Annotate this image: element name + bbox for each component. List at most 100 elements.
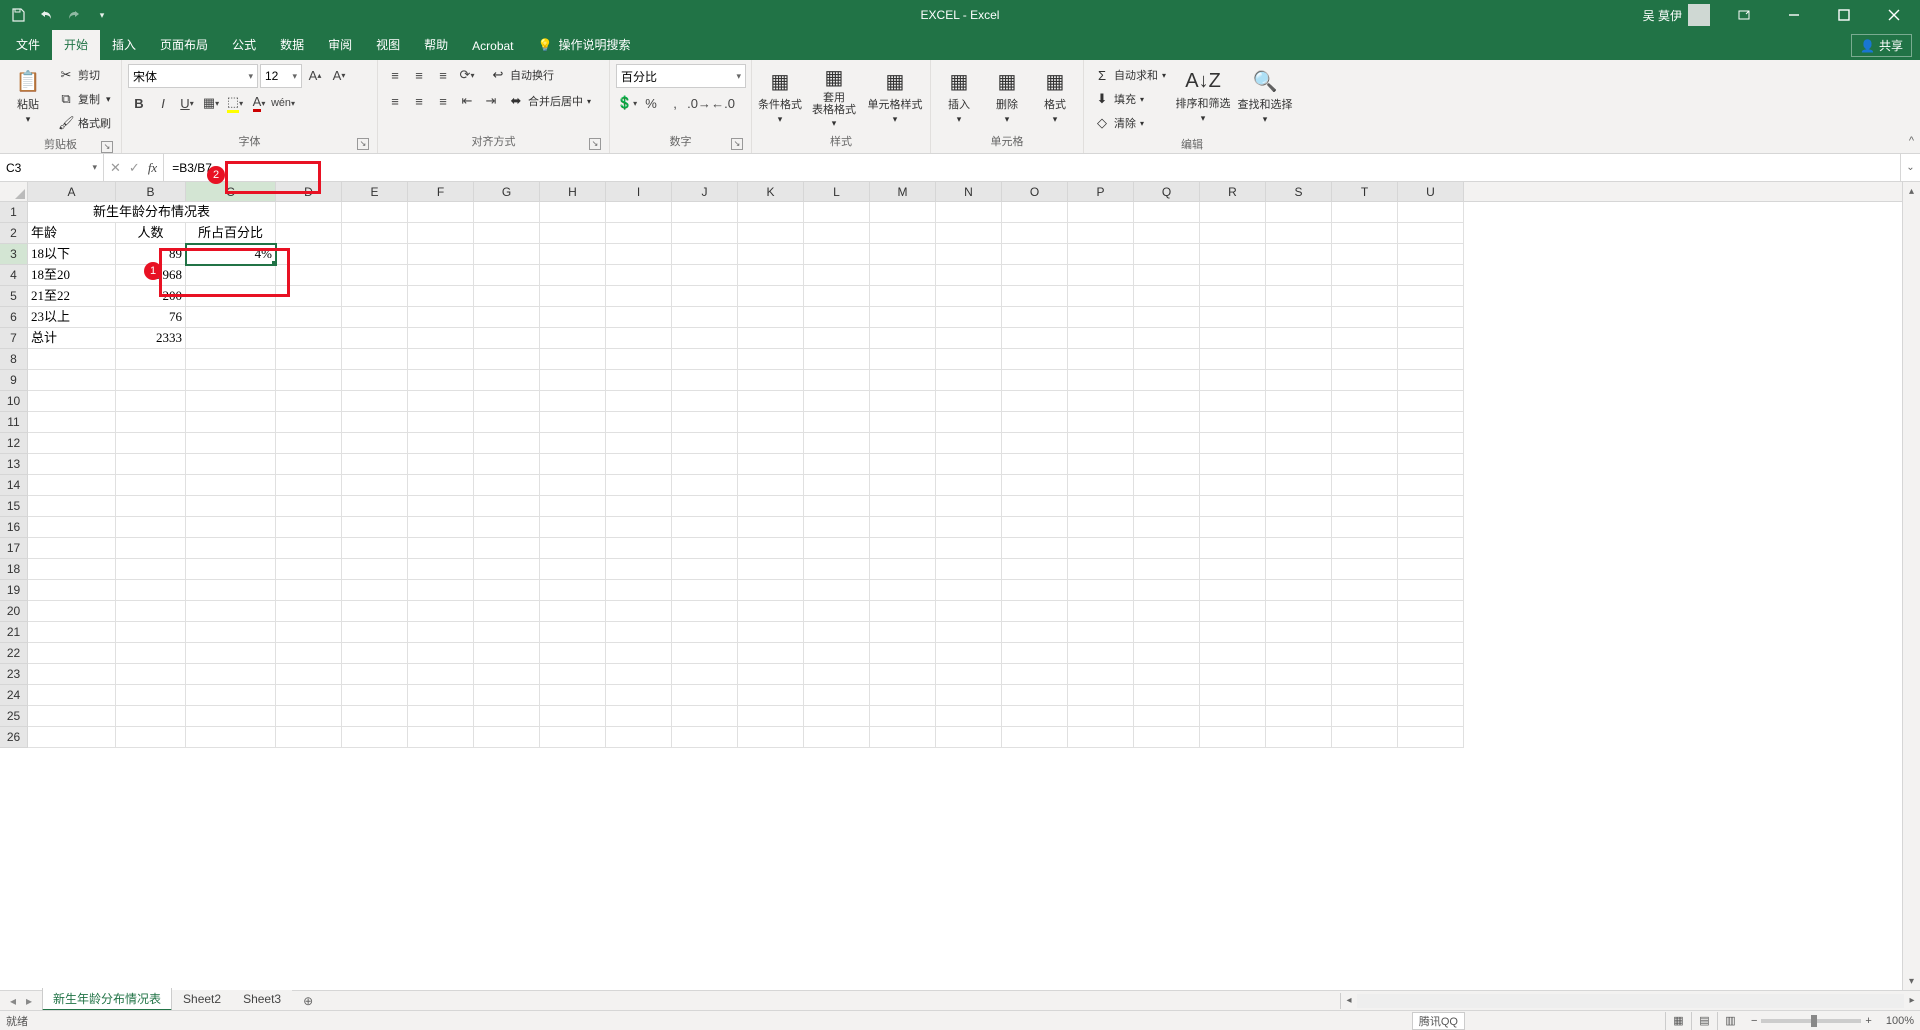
orientation-button[interactable]: ⟳▾: [456, 64, 478, 86]
qq-notification[interactable]: 腾讯QQ: [1412, 1012, 1465, 1030]
cell-D22[interactable]: [276, 643, 342, 664]
close-button[interactable]: [1872, 0, 1916, 30]
cell-G11[interactable]: [474, 412, 540, 433]
cell-P14[interactable]: [1068, 475, 1134, 496]
cell-K15[interactable]: [738, 496, 804, 517]
cell-A18[interactable]: [28, 559, 116, 580]
cell-C12[interactable]: [186, 433, 276, 454]
cell-H12[interactable]: [540, 433, 606, 454]
cell-G23[interactable]: [474, 664, 540, 685]
cell-N20[interactable]: [936, 601, 1002, 622]
cell-J7[interactable]: [672, 328, 738, 349]
cell-I3[interactable]: [606, 244, 672, 265]
cell-T16[interactable]: [1332, 517, 1398, 538]
cell-M5[interactable]: [870, 286, 936, 307]
cell-I9[interactable]: [606, 370, 672, 391]
cell-C3[interactable]: 4%: [186, 244, 276, 265]
cell-C10[interactable]: [186, 391, 276, 412]
column-header-T[interactable]: T: [1332, 182, 1398, 201]
cell-J26[interactable]: [672, 727, 738, 748]
cell-D9[interactable]: [276, 370, 342, 391]
cell-J9[interactable]: [672, 370, 738, 391]
cell-U7[interactable]: [1398, 328, 1464, 349]
cell-I26[interactable]: [606, 727, 672, 748]
cell-H13[interactable]: [540, 454, 606, 475]
cell-G13[interactable]: [474, 454, 540, 475]
cell-I6[interactable]: [606, 307, 672, 328]
row-header-1[interactable]: 1: [0, 202, 28, 223]
save-icon[interactable]: [8, 5, 28, 25]
cell-J13[interactable]: [672, 454, 738, 475]
cell-R16[interactable]: [1200, 517, 1266, 538]
cell-H9[interactable]: [540, 370, 606, 391]
cell-I19[interactable]: [606, 580, 672, 601]
column-header-C[interactable]: C: [186, 182, 276, 201]
cell-R17[interactable]: [1200, 538, 1266, 559]
cell-S1[interactable]: [1266, 202, 1332, 223]
cell-D10[interactable]: [276, 391, 342, 412]
cell-R8[interactable]: [1200, 349, 1266, 370]
cell-E17[interactable]: [342, 538, 408, 559]
cell-H16[interactable]: [540, 517, 606, 538]
cell-P16[interactable]: [1068, 517, 1134, 538]
bold-button[interactable]: B: [128, 92, 150, 114]
cell-A1[interactable]: 新生年龄分布情况表: [28, 202, 276, 223]
row-header-6[interactable]: 6: [0, 307, 28, 328]
cell-N9[interactable]: [936, 370, 1002, 391]
cell-E18[interactable]: [342, 559, 408, 580]
cell-H17[interactable]: [540, 538, 606, 559]
font-color-button[interactable]: A▾: [248, 92, 270, 114]
cell-A3[interactable]: 18以下: [28, 244, 116, 265]
paste-button[interactable]: 📋 粘贴 ▾: [6, 64, 50, 130]
cell-S9[interactable]: [1266, 370, 1332, 391]
cell-P20[interactable]: [1068, 601, 1134, 622]
cell-F19[interactable]: [408, 580, 474, 601]
cell-N16[interactable]: [936, 517, 1002, 538]
cell-Q12[interactable]: [1134, 433, 1200, 454]
number-format-select[interactable]: 百分比▾: [616, 64, 746, 88]
cell-F6[interactable]: [408, 307, 474, 328]
cell-K8[interactable]: [738, 349, 804, 370]
horizontal-scrollbar[interactable]: ◂ ▸: [1340, 993, 1920, 1009]
cell-A19[interactable]: [28, 580, 116, 601]
cell-U26[interactable]: [1398, 727, 1464, 748]
cell-C23[interactable]: [186, 664, 276, 685]
cell-O2[interactable]: [1002, 223, 1068, 244]
cell-N15[interactable]: [936, 496, 1002, 517]
cell-L26[interactable]: [804, 727, 870, 748]
cell-T11[interactable]: [1332, 412, 1398, 433]
cell-L15[interactable]: [804, 496, 870, 517]
cell-K19[interactable]: [738, 580, 804, 601]
cell-J20[interactable]: [672, 601, 738, 622]
dialog-launcher-icon[interactable]: ↘: [101, 141, 113, 153]
cell-S22[interactable]: [1266, 643, 1332, 664]
cell-P17[interactable]: [1068, 538, 1134, 559]
cell-F10[interactable]: [408, 391, 474, 412]
cell-O19[interactable]: [1002, 580, 1068, 601]
cell-M23[interactable]: [870, 664, 936, 685]
cell-K2[interactable]: [738, 223, 804, 244]
cell-R5[interactable]: [1200, 286, 1266, 307]
cell-J24[interactable]: [672, 685, 738, 706]
cell-D2[interactable]: [276, 223, 342, 244]
cell-B15[interactable]: [116, 496, 186, 517]
cell-N18[interactable]: [936, 559, 1002, 580]
scroll-down-icon[interactable]: ▾: [1903, 972, 1920, 990]
sort-filter-button[interactable]: A↓Z排序和筛选▾: [1174, 64, 1232, 130]
cell-J14[interactable]: [672, 475, 738, 496]
cell-B8[interactable]: [116, 349, 186, 370]
cell-B21[interactable]: [116, 622, 186, 643]
cell-D18[interactable]: [276, 559, 342, 580]
cell-P5[interactable]: [1068, 286, 1134, 307]
align-left-button[interactable]: ≡: [384, 90, 406, 112]
cell-N4[interactable]: [936, 265, 1002, 286]
cell-D15[interactable]: [276, 496, 342, 517]
cell-C26[interactable]: [186, 727, 276, 748]
find-select-button[interactable]: 🔍查找和选择▾: [1236, 64, 1294, 130]
cell-E22[interactable]: [342, 643, 408, 664]
cell-B10[interactable]: [116, 391, 186, 412]
fill-color-button[interactable]: ⬚▾: [224, 92, 246, 114]
cell-E12[interactable]: [342, 433, 408, 454]
sheet-tab-1[interactable]: 新生年龄分布情况表: [42, 988, 172, 1011]
cell-D25[interactable]: [276, 706, 342, 727]
